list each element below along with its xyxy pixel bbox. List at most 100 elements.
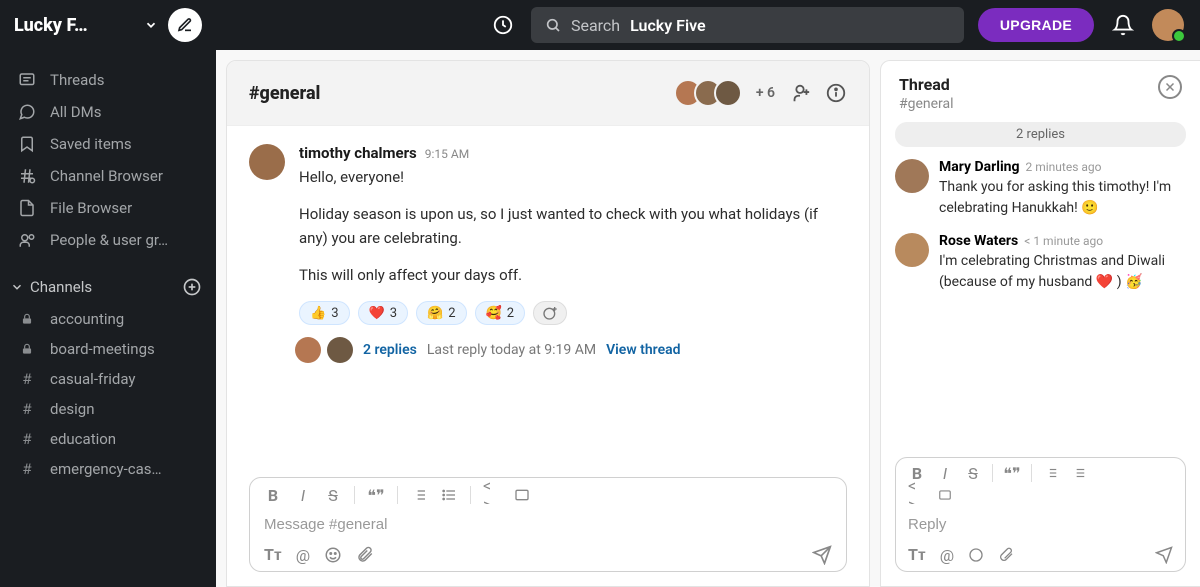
notifications-button[interactable] xyxy=(1112,14,1134,36)
channel-title[interactable]: #general xyxy=(249,83,320,104)
section-title: Channels xyxy=(30,278,92,296)
send-button[interactable] xyxy=(812,545,832,565)
code-block-icon[interactable] xyxy=(513,486,531,504)
nav-file-browser[interactable]: File Browser xyxy=(0,192,216,224)
message-input[interactable] xyxy=(264,504,832,545)
italic-icon[interactable]: I xyxy=(936,464,954,482)
channel-item[interactable]: accounting xyxy=(0,304,216,334)
code-block-icon[interactable] xyxy=(936,486,954,504)
dms-icon xyxy=(18,103,36,121)
reaction[interactable]: 👍3 xyxy=(299,301,350,325)
compose-button[interactable] xyxy=(168,8,202,42)
search-prefix: Search xyxy=(571,16,620,35)
close-thread-button[interactable] xyxy=(1158,75,1182,99)
nav-label: Channel Browser xyxy=(50,167,163,185)
channel-label: education xyxy=(50,430,116,448)
emoji-icon[interactable] xyxy=(324,546,342,564)
nav-people[interactable]: People & user gr… xyxy=(0,224,216,256)
member-avatars[interactable] xyxy=(682,79,742,107)
thread-reply-count[interactable]: 2 replies xyxy=(363,342,417,358)
workspace-switcher[interactable]: Lucky F… xyxy=(0,0,216,50)
reaction[interactable]: ❤️3 xyxy=(358,301,409,325)
thread-reply-badge: 2 replies xyxy=(895,122,1186,147)
channel-item[interactable]: #casual-friday xyxy=(0,364,216,394)
ordered-list-icon[interactable] xyxy=(1042,464,1060,482)
channel-item[interactable]: # education xyxy=(0,424,216,454)
message: timothy chalmers 9:15 AM Hello, everyone… xyxy=(249,144,847,363)
nav-all-dms[interactable]: All DMs xyxy=(0,96,216,128)
search-icon xyxy=(545,17,561,33)
extra-member-count[interactable]: + 6 xyxy=(756,85,775,101)
channel-item[interactable]: #design xyxy=(0,394,216,424)
nav-label: File Browser xyxy=(50,199,132,217)
upgrade-button[interactable]: UPGRADE xyxy=(978,8,1094,42)
format-toggle-icon[interactable]: Tᴛ xyxy=(908,545,926,565)
format-toggle-icon[interactable]: Tᴛ xyxy=(264,545,282,565)
add-channel-button[interactable] xyxy=(182,277,202,297)
channel-item[interactable]: #emergency-cas… xyxy=(0,454,216,484)
quote-icon[interactable]: ❝❞ xyxy=(367,486,385,504)
thread-message: Rose Waters< 1 minute ago I'm celebratin… xyxy=(895,233,1186,293)
channels-section-header[interactable]: Channels xyxy=(0,270,216,304)
message-author[interactable]: Rose Waters xyxy=(939,233,1018,249)
channel-browser-icon xyxy=(18,167,36,185)
threads-icon xyxy=(18,71,36,89)
reactions: 👍3 ❤️3 🤗2 🥰2 xyxy=(299,301,847,325)
avatar xyxy=(714,79,742,107)
quote-icon[interactable]: ❝❞ xyxy=(1003,464,1021,482)
send-button[interactable] xyxy=(1155,546,1173,564)
bullet-list-icon[interactable] xyxy=(1070,464,1088,482)
reaction[interactable]: 🥰2 xyxy=(475,301,526,325)
attach-icon[interactable] xyxy=(998,547,1014,563)
italic-icon[interactable]: I xyxy=(294,486,312,504)
message-author[interactable]: Mary Darling xyxy=(939,159,1020,175)
mention-icon[interactable]: @ xyxy=(296,546,310,565)
view-thread-link[interactable]: View thread xyxy=(606,342,680,358)
mention-icon[interactable]: @ xyxy=(940,546,954,565)
channel-panel: #general + 6 xyxy=(226,60,870,587)
emoji-icon[interactable] xyxy=(968,547,984,563)
user-avatar[interactable] xyxy=(1152,9,1184,41)
bullet-list-icon[interactable] xyxy=(440,486,458,504)
message-text: Thank you for asking this timothy! I'm c… xyxy=(939,177,1186,219)
channel-header: #general + 6 xyxy=(227,61,869,126)
nav-threads[interactable]: Threads xyxy=(0,64,216,96)
message-time: 9:15 AM xyxy=(425,147,469,161)
nav-channel-browser[interactable]: Channel Browser xyxy=(0,160,216,192)
message-author[interactable]: timothy chalmers xyxy=(299,144,417,162)
search-workspace: Lucky Five xyxy=(630,16,706,35)
thread-summary[interactable]: 2 replies Last reply today at 9:19 AM Vi… xyxy=(299,337,847,363)
ordered-list-icon[interactable] xyxy=(410,486,428,504)
code-icon[interactable]: < > xyxy=(483,486,501,504)
hash-icon: # xyxy=(18,430,36,448)
channel-label: board-meetings xyxy=(50,340,155,358)
strike-icon[interactable]: S xyxy=(964,464,982,482)
chevron-down-icon xyxy=(144,18,158,32)
channel-info-button[interactable] xyxy=(825,82,847,104)
nav-label: All DMs xyxy=(50,103,101,121)
attach-icon[interactable] xyxy=(356,546,374,564)
search-input[interactable]: Search Lucky Five xyxy=(531,7,964,43)
avatar[interactable] xyxy=(895,159,929,193)
nav-label: Saved items xyxy=(50,135,132,153)
reaction[interactable]: 🤗2 xyxy=(416,301,467,325)
thread-reply-input[interactable] xyxy=(908,504,1173,545)
thread-message: Mary Darling2 minutes ago Thank you for … xyxy=(895,159,1186,219)
add-member-button[interactable] xyxy=(789,82,811,104)
nav-saved[interactable]: Saved items xyxy=(0,128,216,160)
strike-icon[interactable]: S xyxy=(324,486,342,504)
thread-composer: B I S ❝❞ < > Tᴛ xyxy=(895,457,1186,572)
avatar[interactable] xyxy=(249,144,285,180)
thread-title: Thread xyxy=(899,75,954,94)
message-list: timothy chalmers 9:15 AM Hello, everyone… xyxy=(227,126,869,477)
channel-item[interactable]: board-meetings xyxy=(0,334,216,364)
channel-list: accounting board-meetings #casual-friday… xyxy=(0,304,216,484)
bold-icon[interactable]: B xyxy=(264,486,282,504)
code-icon[interactable]: < > xyxy=(908,486,926,504)
lock-icon xyxy=(18,312,36,326)
add-reaction-button[interactable] xyxy=(533,301,567,325)
avatar[interactable] xyxy=(895,233,929,267)
avatar xyxy=(295,337,321,363)
workspace-name: Lucky F… xyxy=(14,15,134,36)
history-button[interactable] xyxy=(489,11,517,39)
